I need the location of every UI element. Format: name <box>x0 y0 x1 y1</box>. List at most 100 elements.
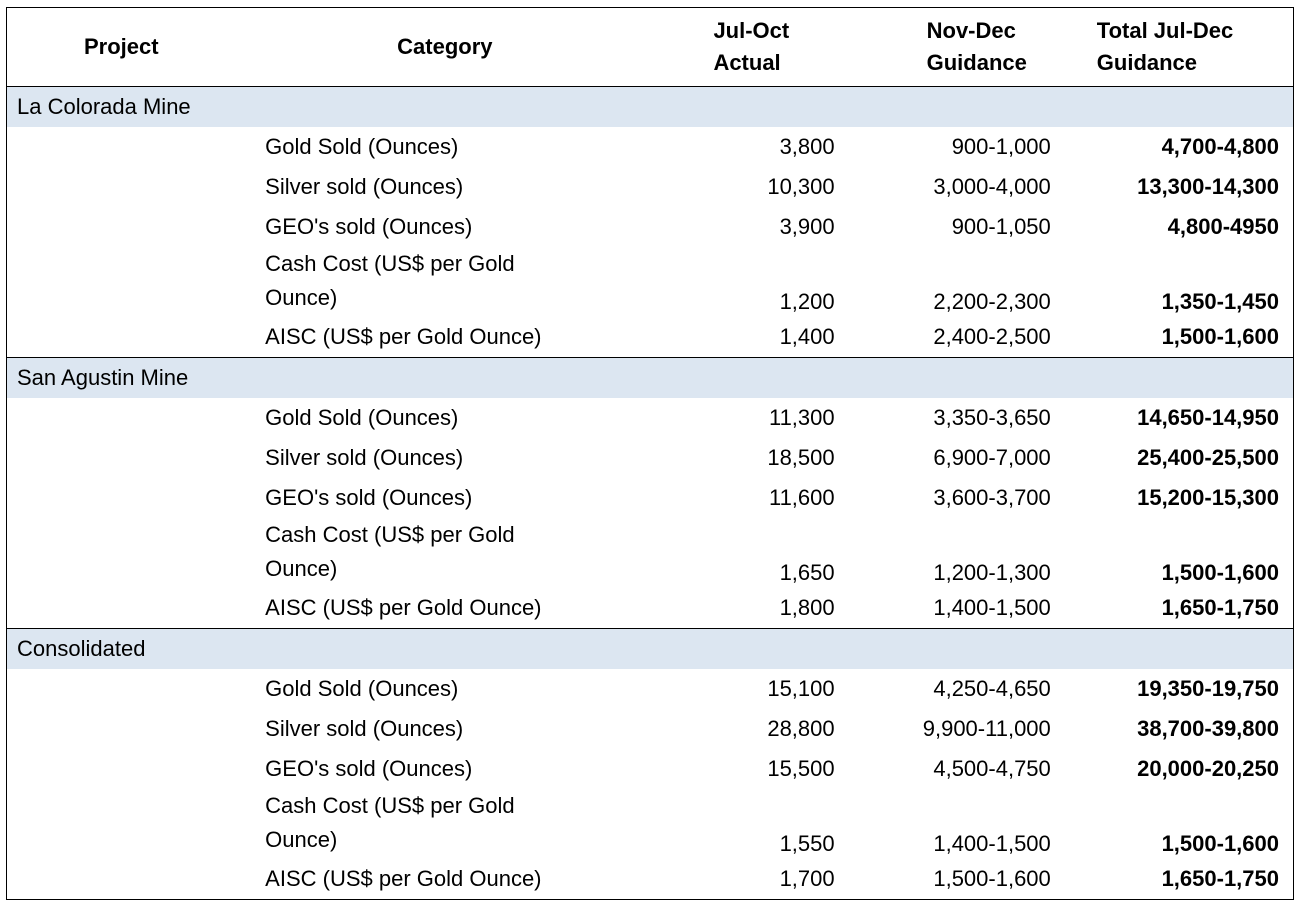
total-guidance-cell: 20,000-20,250 <box>1137 756 1279 781</box>
category-cell: Silver sold (Ounces) <box>265 716 464 741</box>
jul-oct-cell: 10,300 <box>767 174 835 199</box>
category-cell: GEO's sold (Ounces) <box>265 214 473 239</box>
category-cell: AISC (US$ per Gold Ounce) <box>265 866 542 891</box>
header-category: Category <box>245 8 591 87</box>
guidance-table: Project Category Jul-Oct Actual Nov-Dec … <box>7 8 1293 899</box>
header-total-line1: Total Jul-Dec <box>1096 18 1234 43</box>
project-cell <box>7 709 245 749</box>
nov-dec-cell: 900-1,050 <box>951 214 1051 239</box>
project-cell <box>7 588 245 629</box>
jul-oct-cell: 1,200 <box>779 289 835 314</box>
nov-dec-cell: 6,900-7,000 <box>933 445 1051 470</box>
table-row: Silver sold (Ounces) 28,800 9,900-11,000 38… <box>7 709 1293 749</box>
project-cell <box>7 207 245 247</box>
total-guidance-cell: 25,400-25,500 <box>1137 445 1279 470</box>
category-cell: Silver sold (Ounces) <box>265 174 464 199</box>
table-row: Gold Sold (Ounces) 11,300 3,350-3,650 14,65… <box>7 398 1293 438</box>
category-cell: GEO's sold (Ounces) <box>265 485 473 510</box>
table-row: AISC (US$ per Gold Ounce) 1,800 1,400-1,50… <box>7 588 1293 629</box>
category-cell: AISC (US$ per Gold Ounce) <box>265 595 542 620</box>
total-guidance-cell: 1,500-1,600 <box>1161 324 1279 349</box>
jul-oct-cell: 1,650 <box>779 560 835 585</box>
header-row: Project Category Jul-Oct Actual Nov-Dec … <box>7 8 1293 87</box>
section-name: Consolidated <box>7 628 1293 669</box>
category-cell: Gold Sold (Ounces) <box>265 405 459 430</box>
total-guidance-cell: 1,500-1,600 <box>1161 560 1279 585</box>
total-guidance-cell: 1,500-1,600 <box>1161 831 1279 856</box>
table-row: Gold Sold (Ounces) 15,100 4,250-4,650 19,35… <box>7 669 1293 709</box>
table-row: Cash Cost (US$ per Gold Ounce) 1,200 2,200-… <box>7 247 1293 317</box>
table-row: Gold Sold (Ounces) 3,800 900-1,000 4,700-4,… <box>7 127 1293 167</box>
category-cell: GEO's sold (Ounces) <box>265 756 473 781</box>
project-cell <box>7 789 245 859</box>
nov-dec-cell: 1,400-1,500 <box>933 595 1051 620</box>
nov-dec-cell: 9,900-11,000 <box>922 716 1051 741</box>
total-guidance-cell: 19,350-19,750 <box>1137 676 1279 701</box>
project-cell <box>7 167 245 207</box>
project-cell <box>7 398 245 438</box>
jul-oct-cell: 1,400 <box>779 324 835 349</box>
category-cell: AISC (US$ per Gold Ounce) <box>265 324 542 349</box>
table-row: Cash Cost (US$ per Gold Ounce) 1,650 1,200-… <box>7 518 1293 588</box>
total-guidance-cell: 1,650-1,750 <box>1161 866 1279 891</box>
total-guidance-cell: 15,200-15,300 <box>1137 485 1279 510</box>
jul-oct-cell: 28,800 <box>767 716 835 741</box>
table-row: AISC (US$ per Gold Ounce) 1,700 1,500-1,60… <box>7 859 1293 899</box>
jul-oct-cell: 1,800 <box>779 595 835 620</box>
section-name: La Colorada Mine <box>7 86 1293 127</box>
project-cell <box>7 749 245 789</box>
project-cell <box>7 317 245 358</box>
jul-oct-cell: 1,700 <box>779 866 835 891</box>
project-cell <box>7 859 245 899</box>
jul-oct-cell: 11,600 <box>768 485 835 510</box>
category-cell: Cash Cost (US$ per Gold Ounce) <box>265 793 515 852</box>
table-body: La Colorada Mine Gold Sold (Ounces) 3,800 9… <box>7 86 1293 900</box>
table-row: GEO's sold (Ounces) 3,900 900-1,050 4,800-4… <box>7 207 1293 247</box>
total-guidance-cell: 4,800-4950 <box>1167 214 1279 239</box>
category-cell: Gold Sold (Ounces) <box>265 676 459 701</box>
header-jul-oct-line1: Jul-Oct <box>713 18 790 43</box>
total-guidance-cell: 38,700-39,800 <box>1137 716 1279 741</box>
total-guidance-cell: 13,300-14,300 <box>1137 174 1279 199</box>
total-guidance-cell: 1,350-1,450 <box>1161 289 1279 314</box>
nov-dec-cell: 2,400-2,500 <box>933 324 1051 349</box>
total-guidance-cell: 4,700-4,800 <box>1161 134 1279 159</box>
category-cell: Gold Sold (Ounces) <box>265 134 459 159</box>
jul-oct-cell: 1,550 <box>779 831 835 856</box>
header-nov-dec: Nov-Dec Guidance <box>846 8 1063 87</box>
nov-dec-cell: 3,600-3,700 <box>933 485 1051 510</box>
section-row: La Colorada Mine <box>7 86 1293 127</box>
jul-oct-cell: 15,100 <box>767 676 835 701</box>
guidance-table-frame: Project Category Jul-Oct Actual Nov-Dec … <box>6 7 1294 900</box>
nov-dec-cell: 3,350-3,650 <box>933 405 1051 430</box>
nov-dec-cell: 4,500-4,750 <box>933 756 1051 781</box>
table-row: Silver sold (Ounces) 18,500 6,900-7,000 25,… <box>7 438 1293 478</box>
category-cell: Cash Cost (US$ per Gold Ounce) <box>265 251 515 310</box>
table-row: Cash Cost (US$ per Gold Ounce) 1,550 1,400-… <box>7 789 1293 859</box>
header-nov-dec-line2: Guidance <box>926 50 1027 75</box>
jul-oct-cell: 3,800 <box>779 134 835 159</box>
jul-oct-cell: 15,500 <box>767 756 835 781</box>
section-row: San Agustin Mine <box>7 357 1293 398</box>
project-cell <box>7 478 245 518</box>
table-row: Silver sold (Ounces) 10,300 3,000-4,000 13,… <box>7 167 1293 207</box>
header-total-line2: Guidance <box>1096 50 1198 75</box>
total-guidance-cell: 14,650-14,950 <box>1137 405 1279 430</box>
nov-dec-cell: 900-1,000 <box>951 134 1051 159</box>
project-cell <box>7 669 245 709</box>
header-jul-oct: Jul-Oct Actual <box>590 8 847 87</box>
nov-dec-cell: 1,200-1,300 <box>933 560 1051 585</box>
header-total: Total Jul-Dec Guidance <box>1062 8 1293 87</box>
category-cell: Silver sold (Ounces) <box>265 445 464 470</box>
section-row: Consolidated <box>7 628 1293 669</box>
nov-dec-cell: 4,250-4,650 <box>933 676 1051 701</box>
project-cell <box>7 438 245 478</box>
header-jul-oct-line2: Actual <box>713 50 781 75</box>
jul-oct-cell: 11,300 <box>768 405 835 430</box>
nov-dec-cell: 1,500-1,600 <box>933 866 1051 891</box>
total-guidance-cell: 1,650-1,750 <box>1161 595 1279 620</box>
project-cell <box>7 518 245 588</box>
project-cell <box>7 127 245 167</box>
nov-dec-cell: 1,400-1,500 <box>933 831 1051 856</box>
table-row: GEO's sold (Ounces) 11,600 3,600-3,700 15,2… <box>7 478 1293 518</box>
